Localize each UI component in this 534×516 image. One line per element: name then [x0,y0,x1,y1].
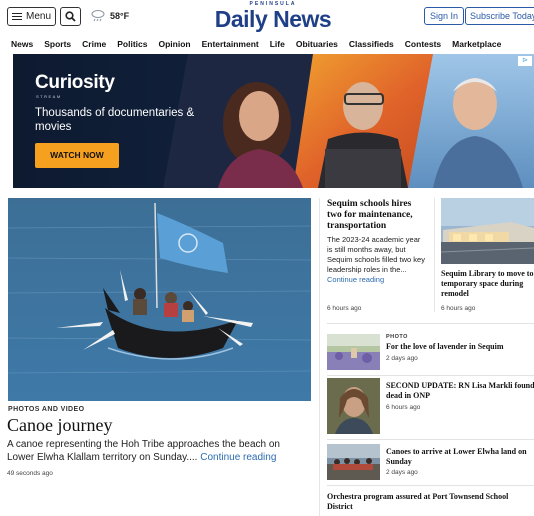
ad-cta-button[interactable]: WATCH NOW [35,143,119,168]
list-item[interactable]: SECOND UPDATE: RN Lisa Markli found dead… [327,378,534,436]
main-story-kicker[interactable]: PHOTOS AND VIDEO [8,406,84,413]
nav-item-crime[interactable]: Crime [71,36,106,52]
nav-item-sports[interactable]: Sports [33,36,71,52]
row-divider [327,375,534,376]
ad-banner[interactable]: Curiosity STREAM Thousands of documentar… [13,54,534,188]
adchoices-icon[interactable]: ⊳ [518,56,532,66]
story-1-time: 6 hours ago [327,305,362,312]
main-story-summary: A canoe representing the Hoh Tribe appro… [7,438,307,464]
list-item-time: 2 days ago [386,469,418,476]
list-item-title[interactable]: For the love of lavender in Sequim [386,342,534,352]
subscribe-button[interactable]: Subscribe Today [465,7,534,25]
story-1-summary-text: The 2023-24 academic year is still month… [327,235,425,274]
ad-brand: Curiosity [35,72,115,93]
search-button[interactable] [60,7,81,26]
list-item-kicker: PHOTO [386,334,408,340]
main-story-time: 49 seconds ago [7,470,53,477]
nav-item-news[interactable]: News [0,36,33,52]
temperature: 58°F [110,10,130,21]
site-header: Menu 58°F PENINSULA Daily News Sign In S… [0,0,534,34]
list-item-thumb [327,334,380,370]
rain-cloud-icon [91,10,105,22]
sign-in-button[interactable]: Sign In [424,7,465,25]
row-divider [327,323,534,324]
main-nav: News Sports Crime Politics Opinion Enter… [0,36,534,52]
weather-widget[interactable]: 58°F [90,9,129,22]
menu-label: Menu [26,11,52,22]
nav-item-entertainment[interactable]: Entertainment [191,36,259,52]
story-1-continue-link[interactable]: Continue reading [327,275,384,284]
hamburger-icon [12,12,22,21]
list-item-time: 2 days ago [386,355,418,362]
canoe-photo [8,198,311,401]
story-2-time: 6 hours ago [441,305,476,312]
search-icon [65,11,76,22]
list-item[interactable]: Canoes to arrive at Lower Elwha land on … [327,444,534,482]
nav-item-opinion[interactable]: Opinion [147,36,190,52]
library-photo [441,198,534,264]
last-story-title[interactable]: Orchestra program assured at Port Townse… [327,492,534,512]
story-1-summary: The 2023-24 academic year is still month… [327,235,425,285]
main-story-photo[interactable] [8,198,311,401]
nav-item-contests[interactable]: Contests [394,36,441,52]
logo-name: Daily News [214,6,332,32]
list-item-time: 6 hours ago [386,404,421,411]
list-item-thumb [327,444,380,480]
story-2-photo[interactable] [441,198,534,264]
row-divider [327,439,534,440]
ad-brand-sub: STREAM [36,94,62,99]
nav-item-politics[interactable]: Politics [106,36,147,52]
column-divider-2 [434,198,435,312]
nav-item-life[interactable]: Life [259,36,285,52]
story-1-title[interactable]: Sequim schools hires two for maintenance… [327,199,427,232]
main-story-continue-link[interactable]: Continue reading [200,452,276,463]
main-story-title[interactable]: Canoe journey [7,414,112,436]
menu-button[interactable]: Menu [7,7,56,26]
story-2-title[interactable]: Sequim Library to move to temporary spac… [441,269,534,299]
site-logo[interactable]: PENINSULA Daily News [206,1,340,31]
list-item[interactable]: PHOTO For the love of lavender in Sequim… [327,334,534,374]
nav-item-obituaries[interactable]: Obituaries [285,36,338,52]
list-item-thumb [327,378,380,434]
nav-item-classifieds[interactable]: Classifieds [338,36,394,52]
list-item-title[interactable]: Canoes to arrive at Lower Elwha land on … [386,447,534,467]
list-item-title[interactable]: SECOND UPDATE: RN Lisa Markli found dead… [386,381,534,401]
nav-item-marketplace[interactable]: Marketplace [441,36,501,52]
row-divider [327,485,534,486]
column-divider [319,198,320,516]
ad-tagline: Thousands of documentaries & movies [35,107,195,133]
